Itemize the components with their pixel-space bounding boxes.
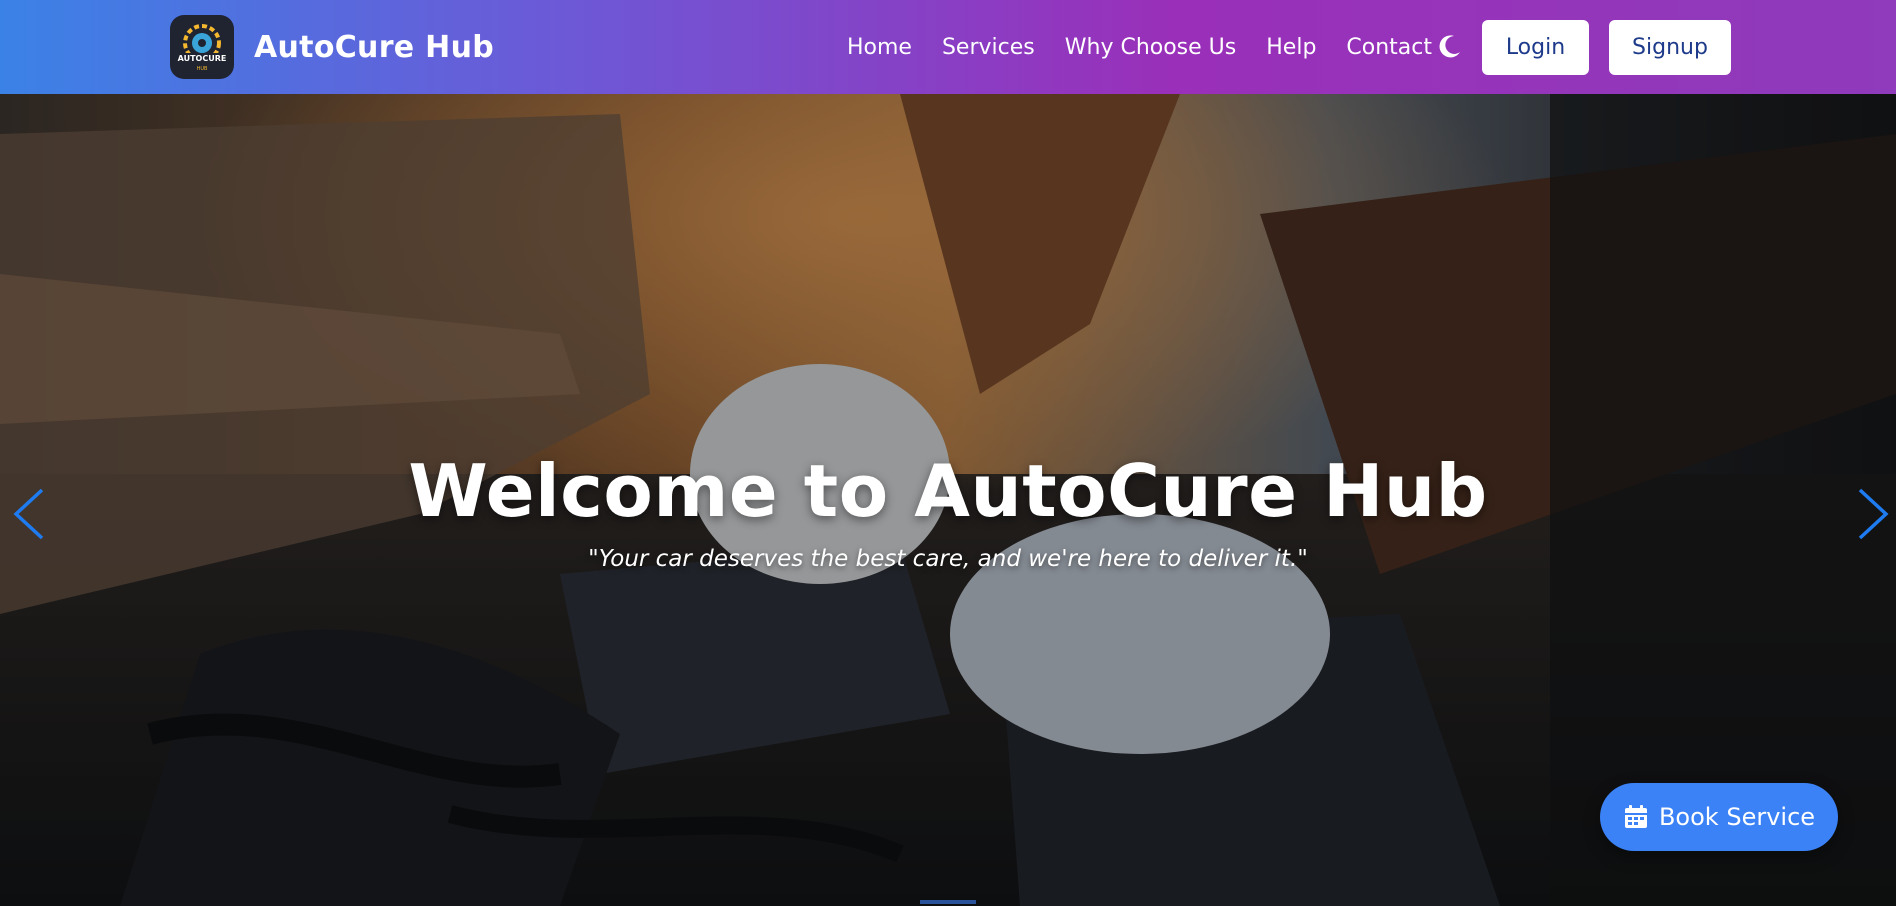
svg-text:AUTOCURE: AUTOCURE [178,54,227,63]
signup-button[interactable]: Signup [1609,20,1731,75]
chevron-left-icon[interactable] [10,484,50,544]
carousel-indicator[interactable] [920,900,976,904]
hero-carousel: Welcome to AutoCure Hub "Your car deserv… [0,94,1896,906]
calendar-icon [1624,805,1647,828]
brand-title: AutoCure Hub [254,29,495,65]
nav-link-why-choose-us[interactable]: Why Choose Us [1065,35,1237,60]
moon-icon[interactable] [1437,33,1463,59]
book-service-button[interactable]: Book Service [1600,783,1838,851]
top-navbar: AUTOCURE HUB AutoCure Hub Home Services … [0,0,1896,94]
chevron-right-icon[interactable] [1852,484,1892,544]
hero-tagline: "Your car deserves the best care, and we… [588,546,1308,572]
nav-link-home[interactable]: Home [847,35,912,60]
nav-link-help[interactable]: Help [1266,35,1316,60]
nav-link-contact[interactable]: Contact [1346,35,1432,60]
hero-title: Welcome to AutoCure Hub [408,449,1488,533]
nav-link-services[interactable]: Services [942,35,1035,60]
book-service-label: Book Service [1658,803,1816,831]
brand-link[interactable]: AUTOCURE HUB AutoCure Hub [170,15,494,79]
svg-text:HUB: HUB [197,66,208,72]
login-button[interactable]: Login [1482,20,1589,75]
brand-logo: AUTOCURE HUB [170,15,234,79]
nav-menu: Home Services Why Choose Us Help Contact [847,0,1432,94]
